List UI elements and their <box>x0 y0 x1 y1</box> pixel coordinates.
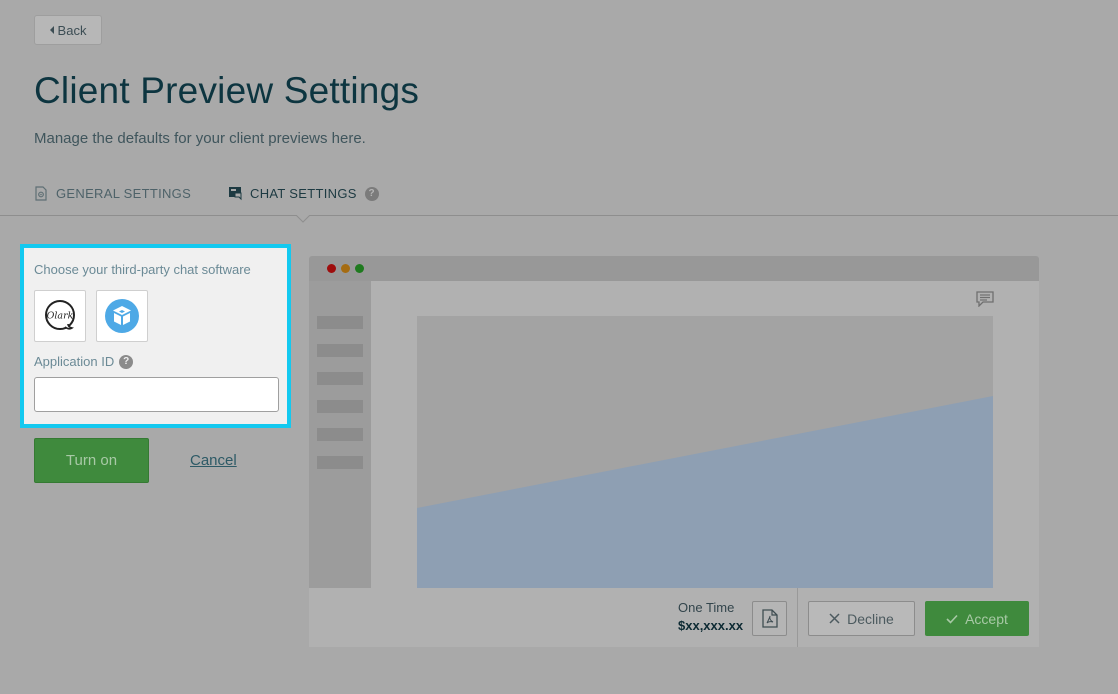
cancel-link[interactable]: Cancel <box>190 452 237 469</box>
decline-button[interactable]: Decline <box>808 601 915 636</box>
chat-software-prompt: Choose your third-party chat software <box>34 262 251 277</box>
pdf-download-button[interactable] <box>752 601 787 636</box>
blue-chat-option[interactable] <box>96 290 148 342</box>
page-subtitle: Manage the defaults for your client prev… <box>34 130 366 147</box>
minimize-dot-icon <box>341 264 350 273</box>
chevron-left-icon <box>49 26 54 34</box>
page-title: Client Preview Settings <box>34 70 420 111</box>
olark-logo-icon: Olark <box>45 300 75 330</box>
settings-tabs: GENERAL SETTINGS CHAT SETTINGS ? <box>0 182 1118 223</box>
sidebar-placeholder-line <box>317 344 363 357</box>
close-icon <box>829 613 840 624</box>
tab-general-settings[interactable]: GENERAL SETTINGS <box>34 186 191 201</box>
accept-label: Accept <box>965 610 1008 627</box>
sidebar-placeholder-line <box>317 428 363 441</box>
preview-content <box>371 281 1039 588</box>
price-value: $xx,xxx.xx <box>678 618 744 633</box>
sidebar-placeholder-line <box>317 400 363 413</box>
close-dot-icon <box>327 264 336 273</box>
sidebar-placeholder-line <box>317 456 363 469</box>
help-icon[interactable]: ? <box>119 354 134 369</box>
turn-on-button[interactable]: Turn on <box>34 438 149 483</box>
checkmark-icon <box>946 614 958 624</box>
application-id-label: Application ID ? <box>34 354 134 369</box>
help-icon[interactable]: ? <box>364 186 379 201</box>
back-button[interactable]: Back <box>34 15 102 45</box>
tab-chat-label: CHAT SETTINGS <box>250 186 357 201</box>
tab-general-label: GENERAL SETTINGS <box>56 186 192 201</box>
chat-settings-panel: Choose your third-party chat software Ol… <box>20 244 291 428</box>
accept-button[interactable]: Accept <box>925 601 1029 636</box>
chat-window-icon <box>229 187 242 201</box>
application-id-input[interactable] <box>34 377 279 412</box>
footer-divider <box>797 588 798 647</box>
application-id-label-text: Application ID <box>34 354 115 369</box>
client-preview-mockup: One Time $xx,xxx.xx Decline Accept <box>309 256 1039 647</box>
price-label: One Time <box>678 600 735 615</box>
back-button-label: Back <box>57 22 87 38</box>
preview-footer: One Time $xx,xxx.xx Decline Accept <box>309 588 1039 647</box>
decline-label: Decline <box>847 610 894 627</box>
olark-option[interactable]: Olark <box>34 290 86 342</box>
document-gear-icon <box>35 186 47 201</box>
tab-chat-settings[interactable]: CHAT SETTINGS ? <box>228 186 379 201</box>
active-tab-pointer <box>296 215 310 223</box>
sidebar-placeholder-line <box>317 316 363 329</box>
sidebar-placeholder-line <box>317 372 363 385</box>
pdf-file-icon <box>761 609 778 628</box>
comment-icon <box>976 291 994 307</box>
preview-chart-placeholder <box>417 316 993 588</box>
preview-sidebar <box>309 281 371 588</box>
preview-window-bar <box>309 256 1039 281</box>
blue-cube-logo-icon <box>105 299 139 333</box>
maximize-dot-icon <box>355 264 364 273</box>
svg-text:Olark: Olark <box>47 311 74 322</box>
